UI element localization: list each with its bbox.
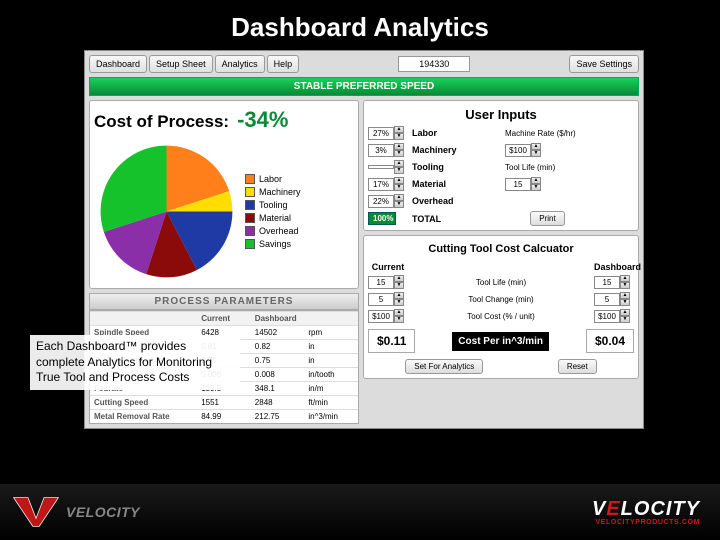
logo-left: VELOCITY (10, 496, 140, 528)
material-stepper[interactable]: 17%▲▼ (368, 177, 404, 191)
cur-life-stepper[interactable]: 15▲▼ (368, 275, 408, 289)
slide-title: Dashboard Analytics (0, 0, 720, 51)
total-value: 100% (368, 212, 396, 225)
dash-change-stepper[interactable]: 5▲▼ (594, 292, 634, 306)
dash-cost-stepper[interactable]: $100▲▼ (594, 309, 634, 323)
cop-label: Cost of Process: (94, 112, 229, 132)
calc-heading: Cutting Tool Cost Calcuator (368, 240, 634, 258)
cur-cost-stepper[interactable]: $100▲▼ (368, 309, 408, 323)
logo-right: VELOCITY VELOCITYPRODUCTS.COM (592, 499, 700, 526)
tab-setup-sheet[interactable]: Setup Sheet (149, 55, 213, 73)
process-params-heading: PROCESS PARAMETERS (89, 293, 359, 310)
tab-help[interactable]: Help (267, 55, 300, 73)
user-inputs-heading: User Inputs (368, 105, 634, 126)
footer: VELOCITY VELOCITY VELOCITYPRODUCTS.COM (0, 484, 720, 540)
calculator-panel: Cutting Tool Cost Calcuator CurrentDashb… (363, 235, 639, 379)
dash-life-stepper[interactable]: 15▲▼ (594, 275, 634, 289)
cost-current: $0.11 (368, 329, 415, 353)
tooling-stepper[interactable]: ▲▼ (368, 160, 404, 174)
logo-left-text: VELOCITY (66, 504, 140, 520)
cost-of-process-panel: Cost of Process: -34% (89, 100, 359, 289)
slide-caption: Each Dashboard™ provides complete Analyt… (30, 335, 240, 390)
cop-value: -34% (237, 107, 288, 133)
reset-button[interactable]: Reset (558, 359, 597, 374)
cost-per-label: Cost Per in^3/min (452, 332, 549, 351)
id-field[interactable]: 194330 (398, 56, 470, 72)
table-row: Cutting Speed15512848ft/min (90, 395, 358, 409)
tab-analytics[interactable]: Analytics (215, 55, 265, 73)
pie-legend: Labor Machinery Tooling Material Overhea… (245, 174, 301, 249)
status-banner: STABLE PREFERRED SPEED (89, 77, 639, 96)
cost-dashboard: $0.04 (586, 329, 634, 353)
overhead-stepper[interactable]: 22%▲▼ (368, 194, 404, 208)
user-inputs-panel: User Inputs 27%▲▼ Labor Machine Rate ($/… (363, 100, 639, 231)
machinery-stepper[interactable]: 3%▲▼ (368, 143, 404, 157)
cur-change-stepper[interactable]: 5▲▼ (368, 292, 408, 306)
velocity-v-icon (10, 496, 62, 528)
machine-rate-stepper[interactable]: $100▲▼ (505, 143, 590, 157)
print-button[interactable]: Print (530, 211, 564, 226)
table-row: Metal Removal Rate84.99212.75in^3/min (90, 409, 358, 423)
tab-dashboard[interactable]: Dashboard (89, 55, 147, 73)
pie-chart (94, 139, 239, 284)
labor-stepper[interactable]: 27%▲▼ (368, 126, 404, 140)
save-settings-button[interactable]: Save Settings (569, 55, 639, 73)
tool-life-stepper[interactable]: 15▲▼ (505, 177, 590, 191)
tab-bar: Dashboard Setup Sheet Analytics Help 194… (89, 55, 639, 73)
set-analytics-button[interactable]: Set For Analytics (405, 359, 483, 374)
